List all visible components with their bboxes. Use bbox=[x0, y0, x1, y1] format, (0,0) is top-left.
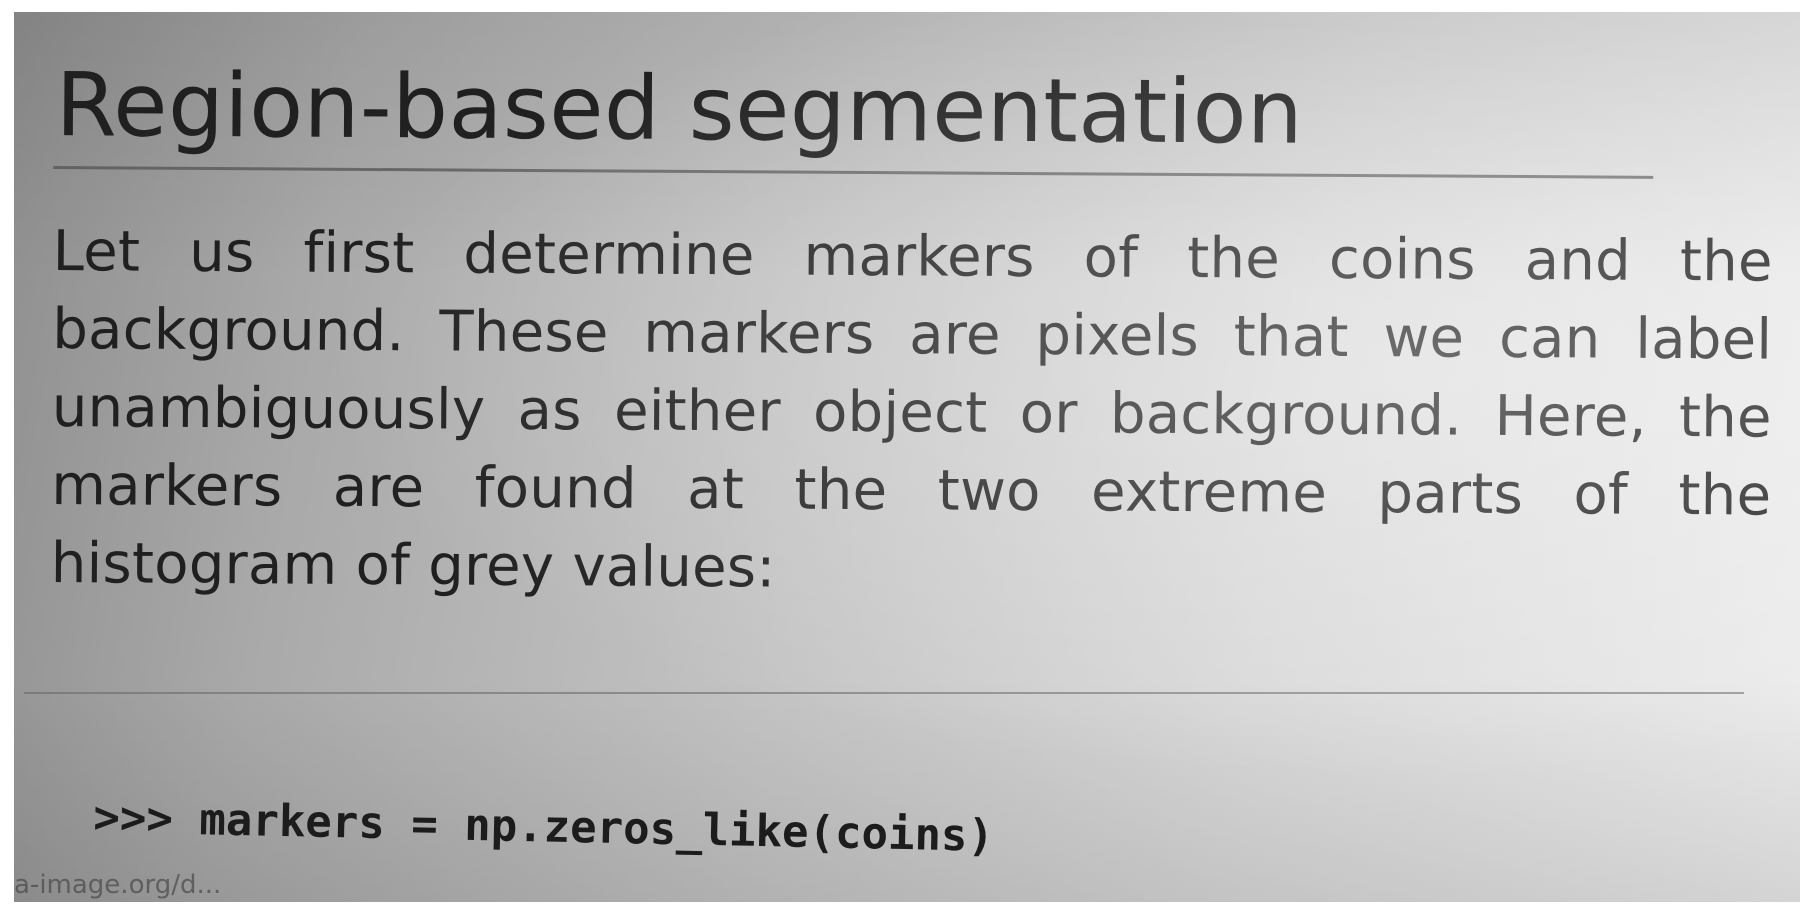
code-prompt: >>> bbox=[92, 792, 174, 845]
watermark-text: a-image.org/d... bbox=[14, 870, 222, 900]
code-block-divider bbox=[24, 692, 1744, 694]
code-statement: markers = np.zeros_like(coins) bbox=[198, 794, 995, 862]
section-heading: Region-based segmentation bbox=[55, 53, 1304, 164]
code-line: >>> markers = np.zeros_like(coins) bbox=[93, 792, 995, 862]
document-photo: Region-based segmentation Let us first d… bbox=[14, 12, 1800, 902]
document-page: Region-based segmentation Let us first d… bbox=[41, 52, 1784, 613]
heading-divider bbox=[53, 165, 1654, 179]
body-paragraph: Let us first determine markers of the co… bbox=[50, 218, 1773, 601]
